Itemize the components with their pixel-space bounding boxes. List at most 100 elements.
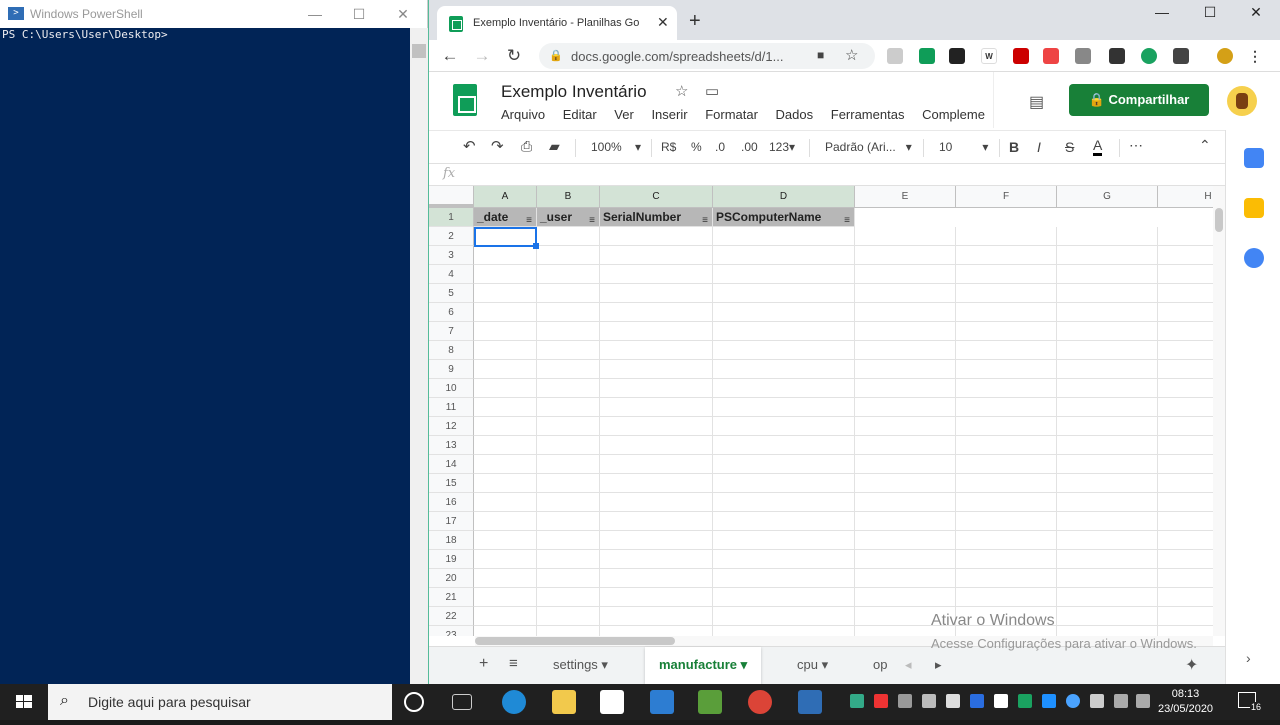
grid-cell[interactable] bbox=[855, 360, 956, 379]
menu-icon[interactable]: ⋮ bbox=[1247, 48, 1263, 64]
grid-cell[interactable] bbox=[1158, 379, 1213, 398]
grid-cell[interactable] bbox=[1158, 550, 1213, 569]
tray-icon[interactable] bbox=[922, 694, 936, 708]
back-icon[interactable]: ← bbox=[439, 46, 461, 66]
powershell-console[interactable]: PS C:\Users\User\Desktop> bbox=[0, 28, 410, 684]
undo-icon[interactable]: ↶ bbox=[463, 137, 476, 155]
calendar-icon[interactable] bbox=[1244, 148, 1264, 168]
grid-cell[interactable] bbox=[956, 341, 1057, 360]
grid-cell[interactable] bbox=[956, 284, 1057, 303]
tasks-icon[interactable] bbox=[1244, 248, 1264, 268]
tray-icon[interactable] bbox=[898, 694, 912, 708]
grid-cell[interactable] bbox=[474, 265, 537, 284]
grid-cell[interactable] bbox=[956, 569, 1057, 588]
wikipedia-extension-icon[interactable]: W bbox=[981, 48, 997, 64]
extension-icon[interactable] bbox=[1173, 48, 1189, 64]
tray-icon[interactable] bbox=[946, 694, 960, 708]
grid-cell[interactable] bbox=[956, 436, 1057, 455]
grid-cell[interactable] bbox=[474, 569, 537, 588]
chrome-window[interactable]: Exemplo Inventário - Planilhas Go ✕ + — … bbox=[428, 0, 1280, 685]
bookmark-star-icon[interactable]: ☆ bbox=[845, 46, 858, 64]
grid-cell[interactable] bbox=[855, 398, 956, 417]
grid-cell[interactable] bbox=[956, 265, 1057, 284]
header-cell-serialnumber[interactable]: SerialNumber ≡ bbox=[600, 208, 713, 227]
scroll-tabs-right-icon[interactable]: ▸ bbox=[935, 657, 942, 673]
grid-cell[interactable] bbox=[713, 588, 855, 607]
grid-cell[interactable] bbox=[713, 455, 855, 474]
grid-cell[interactable] bbox=[474, 398, 537, 417]
grid-cell[interactable] bbox=[1057, 284, 1158, 303]
grid-cell[interactable] bbox=[713, 360, 855, 379]
grid-cell[interactable] bbox=[1158, 493, 1213, 512]
grid-cell[interactable] bbox=[1057, 360, 1158, 379]
row-header[interactable]: 11 bbox=[429, 398, 474, 417]
skype-icon[interactable] bbox=[1042, 694, 1056, 708]
row-header[interactable]: 1 bbox=[429, 208, 474, 227]
grid-cell[interactable] bbox=[855, 474, 956, 493]
grid-cell[interactable] bbox=[713, 303, 855, 322]
grid-cell[interactable] bbox=[600, 455, 713, 474]
grid-cell[interactable] bbox=[855, 341, 956, 360]
grid-cell[interactable] bbox=[600, 474, 713, 493]
grid-cell[interactable] bbox=[956, 398, 1057, 417]
extension-icon[interactable] bbox=[1013, 48, 1029, 64]
mail-icon[interactable] bbox=[650, 690, 674, 714]
grid-cell[interactable] bbox=[1057, 227, 1158, 246]
grid-cell[interactable] bbox=[713, 436, 855, 455]
grid-cell[interactable] bbox=[956, 303, 1057, 322]
grid-cell[interactable] bbox=[600, 588, 713, 607]
grid-cell[interactable] bbox=[1057, 474, 1158, 493]
grid-cell[interactable] bbox=[537, 626, 600, 636]
grid-cell[interactable] bbox=[1057, 607, 1158, 626]
font-size-select[interactable]: 10 ▾ bbox=[939, 140, 988, 154]
text-color-button[interactable]: A bbox=[1093, 137, 1103, 156]
comment-icon[interactable]: ▤ bbox=[1029, 92, 1044, 112]
grid-cell[interactable] bbox=[1057, 436, 1158, 455]
edge-icon[interactable] bbox=[502, 690, 526, 714]
more-formats-button[interactable]: 123▾ bbox=[769, 140, 795, 154]
grid-cell[interactable] bbox=[537, 398, 600, 417]
column-header-g[interactable]: G bbox=[1057, 186, 1158, 208]
grid-cell[interactable] bbox=[537, 588, 600, 607]
grid-cell[interactable] bbox=[855, 417, 956, 436]
grid-cell[interactable] bbox=[713, 493, 855, 512]
grid-cell[interactable] bbox=[1158, 417, 1213, 436]
grid-cell[interactable] bbox=[474, 474, 537, 493]
sheets-app-icon[interactable] bbox=[698, 690, 722, 714]
wifi-icon[interactable] bbox=[1114, 694, 1128, 708]
header-cell-pscomputername[interactable]: PSComputerName ≡ bbox=[713, 208, 855, 227]
grid-cell[interactable] bbox=[474, 455, 537, 474]
sheet-tab-manufacture[interactable]: manufacture ▾ bbox=[645, 647, 762, 685]
grid-cell[interactable] bbox=[1057, 341, 1158, 360]
grid-cell[interactable] bbox=[474, 322, 537, 341]
currency-button[interactable]: R$ bbox=[661, 140, 676, 154]
header-cell-date[interactable]: _date ≡ bbox=[474, 208, 537, 227]
row-header[interactable]: 19 bbox=[429, 550, 474, 569]
grid-cell[interactable] bbox=[600, 607, 713, 626]
header-cell-user[interactable]: _user ≡ bbox=[537, 208, 600, 227]
grid-cell[interactable] bbox=[1158, 531, 1213, 550]
menu-ferramentas[interactable]: Ferramentas bbox=[831, 107, 905, 122]
star-icon[interactable]: ☆ bbox=[675, 82, 688, 100]
grid-cell[interactable] bbox=[956, 474, 1057, 493]
grid-cell[interactable] bbox=[713, 417, 855, 436]
row-header[interactable]: 2 bbox=[429, 227, 474, 246]
grid-vertical-scrollbar[interactable] bbox=[1213, 186, 1225, 636]
close-button[interactable]: ✕ bbox=[388, 4, 418, 24]
powershell-titlebar[interactable]: > Windows PowerShell — ☐ ✕ bbox=[0, 0, 428, 28]
sheets-logo-icon[interactable] bbox=[453, 84, 477, 116]
grid-cell[interactable] bbox=[956, 360, 1057, 379]
browser-tab[interactable]: Exemplo Inventário - Planilhas Go ✕ bbox=[437, 6, 677, 40]
move-folder-icon[interactable]: ▭ bbox=[705, 82, 719, 100]
decrease-decimal-button[interactable]: .0 bbox=[715, 140, 725, 154]
volume-icon[interactable] bbox=[1136, 694, 1150, 708]
grid-cell[interactable] bbox=[474, 341, 537, 360]
grid-cell[interactable] bbox=[1158, 569, 1213, 588]
grid-cell[interactable] bbox=[1158, 246, 1213, 265]
grid-cell[interactable] bbox=[537, 569, 600, 588]
row-header[interactable]: 15 bbox=[429, 474, 474, 493]
grid-cell[interactable] bbox=[600, 398, 713, 417]
grid-cell[interactable] bbox=[474, 588, 537, 607]
grid-cell[interactable] bbox=[474, 550, 537, 569]
column-header-h[interactable]: H bbox=[1158, 186, 1213, 208]
